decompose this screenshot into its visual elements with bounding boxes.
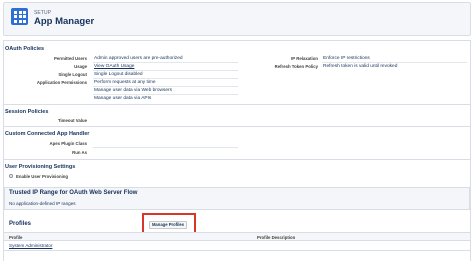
label-ip-relaxation: IP Relaxation	[291, 56, 318, 61]
row-divider	[93, 86, 238, 87]
section-divider	[4, 126, 470, 127]
section-title-profiles: Profiles	[9, 221, 32, 227]
value-permission-2: Manage user data via Web browsers	[94, 88, 173, 93]
value-permission-1: Perform requests at any time	[94, 80, 156, 85]
section-divider	[4, 104, 470, 105]
page-title: App Manager	[34, 16, 95, 27]
section-title-session: Session Policies	[5, 109, 49, 115]
label-apex-plugin-class: Apex Plugin Class	[49, 141, 88, 146]
row-divider	[93, 62, 238, 63]
enable-user-provisioning-checkbox[interactable]	[9, 174, 13, 178]
label-timeout-value: Timeout Value	[57, 118, 87, 123]
label-refresh-token-policy: Refresh Token Policy	[274, 64, 318, 69]
label-permitted-users: Permitted Users	[54, 56, 87, 61]
row-divider	[322, 62, 467, 63]
column-header-profile[interactable]: Profile	[9, 235, 22, 240]
column-header-profile-description[interactable]: Profile Description	[257, 235, 295, 240]
section-title-trusted-ip: Trusted IP Range for OAuth Web Server Fl…	[9, 190, 138, 196]
section-title-oauth: OAuth Policies	[5, 46, 45, 52]
row-divider	[93, 70, 238, 71]
table-row-divider	[4, 250, 470, 251]
section-title-provisioning: User Provisioning Settings	[5, 164, 76, 170]
label-usage: Usage	[74, 64, 87, 69]
page-header: SETUP App Manager	[3, 2, 471, 36]
label-enable-user-provisioning: Enable User Provisioning	[16, 173, 69, 179]
value-refresh-token-policy: Refresh token is valid until revoked	[323, 64, 398, 69]
view-oauth-usage-link[interactable]: View OAuth Usage	[94, 64, 134, 69]
row-divider	[93, 147, 238, 148]
row-divider	[93, 94, 238, 95]
app-grid-icon	[11, 8, 28, 25]
profile-link-system-administrator[interactable]: System Administrator	[9, 243, 52, 248]
profiles-table-header: Profile Profile Description	[4, 232, 470, 241]
section-divider	[4, 159, 470, 160]
trusted-ip-empty-text: No application-defined IP ranges	[9, 201, 76, 206]
section-title-custom-handler: Custom Connected App Handler	[5, 131, 90, 137]
value-permission-3: Manage user data via APIs	[94, 96, 152, 101]
label-run-as: Run As	[72, 150, 87, 155]
value-single-logout: Single Logout disabled	[94, 72, 143, 77]
manage-profiles-button[interactable]: Manage Profiles	[149, 221, 187, 229]
value-permitted-users: Admin approved users are pre-authorized	[94, 56, 183, 61]
label-application-permissions: Application Permissions	[36, 80, 87, 85]
label-single-logout: Single Logout	[58, 72, 87, 77]
row-divider	[93, 78, 238, 79]
value-ip-relaxation: Enforce IP restrictions	[323, 56, 370, 61]
